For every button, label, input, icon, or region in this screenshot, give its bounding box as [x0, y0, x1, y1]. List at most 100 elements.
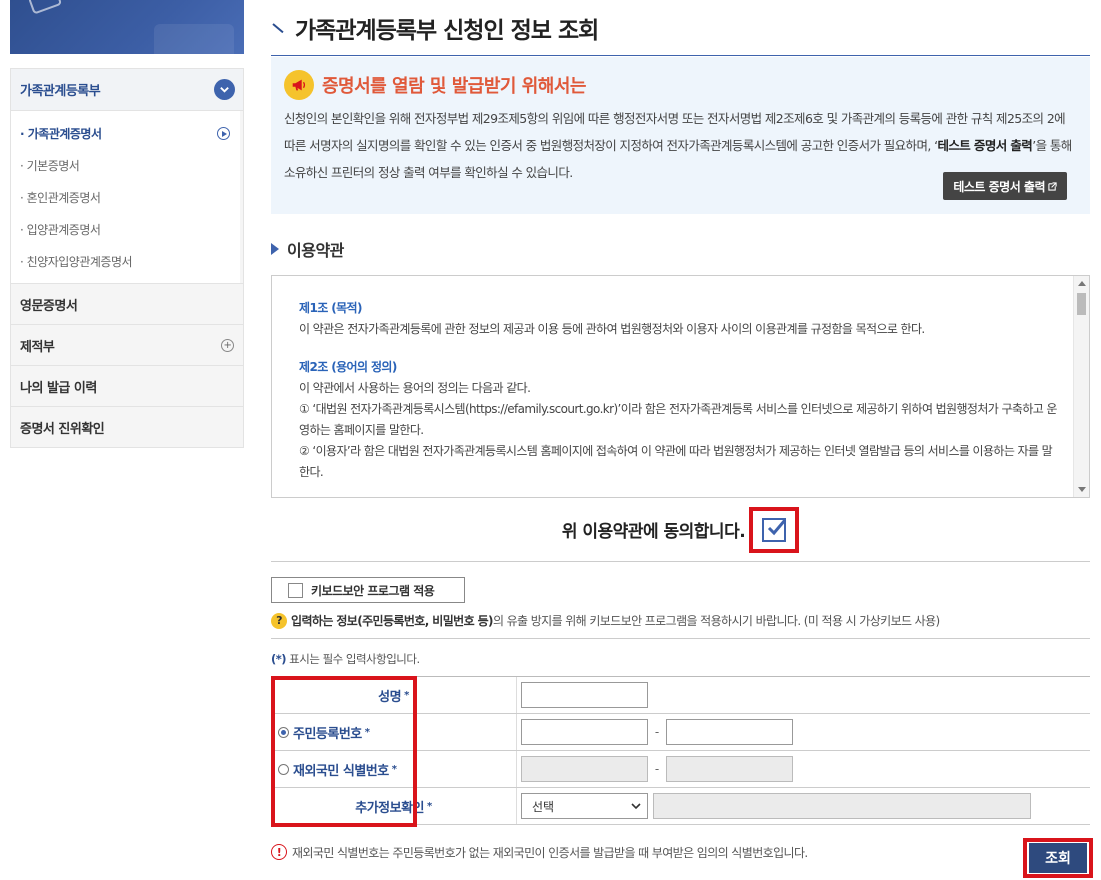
terms-article-title: 제2조 (용어의 정의): [299, 360, 397, 374]
sidebar-section-family-register[interactable]: 가족관계등록부: [11, 69, 243, 111]
title-tick-icon: [271, 21, 285, 35]
sidebar-item-label: · 가족관계증명서: [20, 126, 102, 141]
sidebar-item-family-relation-cert[interactable]: · 가족관계증명서: [11, 117, 240, 149]
separator-dash: -: [654, 725, 660, 739]
foreign-id-radio[interactable]: [278, 764, 289, 775]
plus-icon[interactable]: +: [221, 338, 234, 352]
sidebar-item-label: · 기본증명서: [20, 158, 80, 173]
terms-article-title: 제1조 (목적): [299, 301, 362, 315]
foreign-id-front-input[interactable]: [521, 756, 648, 782]
keyboard-security-note: ? 입력하는 정보(주민등록번호, 비밀번호 등) 의 유출 방지를 위해 키보드…: [271, 611, 1090, 639]
test-print-button-label: 테스트 증명서 출력: [953, 179, 1045, 194]
sidebar-nav: 가족관계등록부 · 가족관계증명서 · 기본증명서 · 혼인관계증명서 · 입양…: [10, 68, 244, 448]
form-row-extra-info: 추가정보확인 * 선택: [271, 788, 1090, 825]
terms-agree-highlight: [749, 506, 800, 553]
field-label: 재외국민 식별번호: [293, 763, 389, 779]
sidebar-item-adoption-cert[interactable]: · 입양관계증명서: [11, 213, 240, 245]
applicant-form-table: 성명 * 주민등록번호 * - 재외국민 식별번호 * - 추가정보확인 * 선…: [271, 676, 1090, 825]
sidebar-banner-image: [10, 0, 244, 54]
sidebar-item-cert-verification[interactable]: 증명서 진위확인: [11, 406, 243, 447]
form-cell: -: [517, 714, 1090, 750]
sidebar-item-marriage-cert[interactable]: · 혼인관계증명서: [11, 181, 240, 213]
form-cell: -: [517, 751, 1090, 787]
terms-section-label: 이용약관: [287, 241, 344, 260]
test-print-button[interactable]: 테스트 증명서 출력: [943, 172, 1067, 200]
form-label-extra-info: 추가정보확인 *: [271, 788, 517, 824]
question-icon: ?: [271, 612, 287, 629]
banner-decoration: [27, 0, 63, 15]
required-star-icon: *: [404, 689, 409, 701]
search-button[interactable]: 조회: [1029, 843, 1087, 873]
chevron-down-icon[interactable]: [214, 79, 235, 100]
terms-article-text: 이 약관은 전자가족관계등록에 관한 정보의 제공과 이용 등에 관하여 법원행…: [299, 322, 925, 336]
terms-article-text: ① ‘대법원 전자가족관계등록시스템(https://efamily.scour…: [299, 402, 1057, 437]
notice-title: 증명서를 열람 및 발급받기 위해서는: [322, 76, 586, 97]
sidebar-item-removed-register[interactable]: 제적부 +: [11, 324, 243, 365]
extra-info-select[interactable]: 선택: [521, 793, 648, 819]
rrn-radio[interactable]: [278, 727, 289, 738]
separator-dash: -: [654, 762, 660, 776]
sidebar-sub-list: · 가족관계증명서 · 기본증명서 · 혼인관계증명서 · 입양관계증명서 · …: [11, 111, 240, 283]
rrn-back-input[interactable]: [666, 719, 793, 745]
keyboard-security-checkbox[interactable]: [288, 582, 303, 598]
form-cell: [517, 677, 1090, 713]
page-title: 가족관계등록부 신청인 정보 조회: [295, 17, 599, 44]
sidebar-section-label: 가족관계등록부: [20, 84, 101, 99]
form-row-name: 성명 *: [271, 677, 1090, 714]
sidebar-item-english-cert[interactable]: 영문증명서: [11, 283, 243, 324]
name-input[interactable]: [521, 682, 648, 708]
keyboard-security-label: 키보드보안 프로그램 적용: [311, 583, 435, 598]
foreign-id-note-text: 재외국민 식별번호는 주민등록번호가 없는 재외국민이 인증서를 발급받을 때 …: [292, 845, 808, 860]
megaphone-icon: [284, 70, 314, 100]
keyboard-note-bold: 입력하는 정보(주민등록번호, 비밀번호 등): [291, 614, 494, 628]
extra-info-input[interactable]: [653, 793, 1031, 819]
required-note-text: 표시는 필수 입력사항입니다.: [286, 652, 420, 666]
terms-box[interactable]: 제1조 (목적) 이 약관은 전자가족관계등록에 관한 정보의 제공과 이용 등…: [271, 275, 1090, 498]
terms-scrollbar[interactable]: [1073, 276, 1089, 497]
scroll-up-arrow-icon[interactable]: [1078, 281, 1086, 286]
field-label: 성명: [378, 689, 402, 705]
notice-text-bold: 테스트 증명서 출력: [937, 138, 1033, 153]
field-label: 추가정보확인: [355, 800, 425, 816]
terms-agree-label: 위 이용약관에 동의합니다.: [561, 522, 746, 542]
sidebar-item-full-adoption-cert[interactable]: · 친양자입양관계증명서: [11, 245, 240, 277]
field-label: 주민등록번호: [293, 726, 362, 742]
sidebar-item-issue-history[interactable]: 나의 발급 이력: [11, 365, 243, 406]
scroll-down-arrow-icon[interactable]: [1078, 487, 1086, 492]
form-label-rrn: 주민등록번호 *: [271, 714, 517, 750]
keyboard-security-button[interactable]: 키보드보안 프로그램 적용: [271, 577, 465, 603]
terms-article-text: 이 약관에서 사용하는 용어의 정의는 다음과 같다.: [299, 381, 531, 395]
foreign-id-back-input[interactable]: [666, 756, 793, 782]
required-note-star: (*): [271, 652, 287, 666]
form-row-foreign-id: 재외국민 식별번호 * -: [271, 751, 1090, 788]
required-star-icon: *: [391, 763, 397, 775]
banner-decoration: [154, 24, 234, 54]
sidebar-item-label: 영문증명서: [20, 298, 78, 314]
sidebar-item-label: · 입양관계증명서: [20, 222, 101, 237]
scrollbar-thumb[interactable]: [1077, 293, 1086, 315]
sidebar-item-label: · 혼인관계증명서: [20, 190, 101, 205]
checkmark-icon: [768, 518, 787, 535]
terms-section-title: 이용약관: [271, 235, 1090, 263]
form-row-rrn: 주민등록번호 * -: [271, 714, 1090, 751]
external-link-icon: [1048, 181, 1057, 191]
form-label-name: 성명 *: [271, 677, 517, 713]
keyboard-note-text: 의 유출 방지를 위해 키보드보안 프로그램을 적용하시기 바랍니다. (미 적…: [492, 614, 940, 628]
play-icon: [217, 126, 230, 140]
form-cell: 선택: [517, 788, 1090, 824]
form-label-foreign-id: 재외국민 식별번호 *: [271, 751, 517, 787]
terms-agree-row: 위 이용약관에 동의합니다.: [271, 498, 1090, 562]
sidebar-item-basic-cert[interactable]: · 기본증명서: [11, 149, 240, 181]
page-header: 가족관계등록부 신청인 정보 조회: [271, 0, 1090, 56]
search-button-highlight: 조회: [1023, 838, 1093, 878]
required-note: (*) 표시는 필수 입력사항입니다.: [271, 651, 1090, 669]
terms-content: 제1조 (목적) 이 약관은 전자가족관계등록에 관한 정보의 제공과 이용 등…: [272, 276, 1089, 483]
sidebar-item-label: · 친양자입양관계증명서: [20, 254, 133, 269]
rrn-front-input[interactable]: [521, 719, 648, 745]
foreign-id-note: ! 재외국민 식별번호는 주민등록번호가 없는 재외국민이 인증서를 발급받을 …: [271, 843, 808, 861]
required-star-icon: *: [364, 726, 370, 738]
chevron-down-icon: [631, 803, 641, 810]
terms-article-text: ② ‘이용자’라 함은 대법원 전자가족관계등록시스템 홈페이지에 접속하여 이…: [299, 444, 1053, 479]
exclamation-icon: !: [271, 844, 287, 860]
terms-agree-checkbox[interactable]: [762, 517, 787, 542]
